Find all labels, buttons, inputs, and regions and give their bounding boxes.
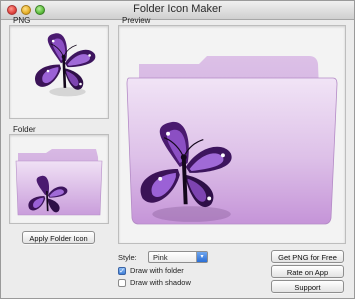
window-title: Folder Icon Maker: [133, 3, 222, 15]
png-drop-well[interactable]: [9, 25, 109, 119]
png-label: PNG: [13, 16, 31, 25]
butterfly-icon: [34, 33, 96, 97]
checkmark-icon: ✓: [118, 267, 126, 275]
title-bar: Folder Icon Maker: [1, 1, 354, 20]
get-png-for-free-button[interactable]: Get PNG for Free: [271, 250, 344, 263]
folder-icon: [126, 56, 338, 225]
draw-with-folder-label: Draw with folder: [130, 266, 184, 275]
support-button[interactable]: Support: [271, 280, 344, 293]
style-popup[interactable]: Pink ▾: [148, 251, 208, 263]
popup-arrow-icon: ▾: [196, 252, 207, 262]
style-label: Style:: [118, 253, 137, 262]
style-popup-value: Pink: [153, 253, 168, 262]
apply-folder-icon-button[interactable]: Apply Folder Icon: [22, 231, 95, 244]
draw-with-shadow-label: Draw with shadow: [130, 278, 191, 287]
folder-drop-well[interactable]: [9, 134, 109, 224]
folder-label: Folder: [13, 125, 36, 134]
folder-icon: [15, 149, 103, 216]
app-window: Folder Icon Maker PNG Folder Apply Folde…: [0, 0, 355, 299]
preview-label: Preview: [122, 16, 151, 25]
preview-well: [118, 25, 346, 244]
rate-on-app-store-button[interactable]: Rate on App Store: [271, 265, 344, 288]
